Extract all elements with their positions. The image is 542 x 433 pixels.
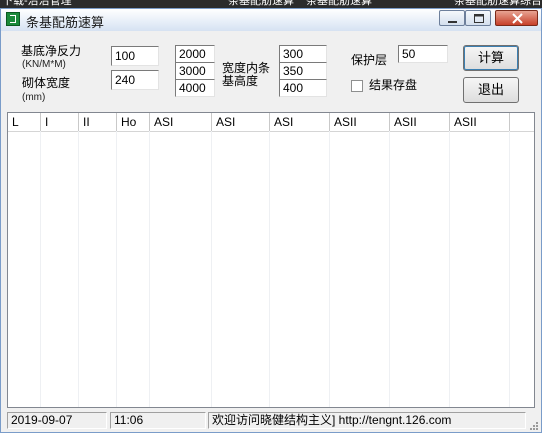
column-gridline: [509, 131, 510, 407]
column-gridline: [40, 131, 41, 407]
results-table[interactable]: L I II Ho ASI ASI ASI ASII ASII ASII: [7, 112, 535, 408]
bg-tab[interactable]: 条基配筋速算: [228, 0, 294, 8]
bg-tab[interactable]: 下载-治治管理: [2, 0, 72, 8]
maximize-icon: [474, 14, 484, 23]
width-input-2[interactable]: [175, 62, 215, 80]
window-title: 条基配筋速算: [26, 15, 105, 30]
height-input-2[interactable]: [279, 62, 327, 80]
status-date: 2019-09-07: [7, 412, 107, 429]
width-input-1[interactable]: [175, 45, 215, 63]
column-gridline: [116, 131, 117, 407]
exit-button[interactable]: 退出: [463, 77, 519, 103]
title-bar[interactable]: 条基配筋速算: [1, 9, 541, 31]
wall-width-label: 砌体宽度: [22, 76, 71, 90]
pressure-unit: (KN/M*M): [22, 59, 66, 70]
column-header-filler: [510, 113, 534, 131]
cover-label: 保护层: [351, 53, 388, 67]
column-gridline: [211, 131, 212, 407]
column-header-I[interactable]: I: [41, 113, 79, 131]
app-window: 条基配筋速算 基底净反力 (KN/M*M) 砌体宽度 (mm) 宽度内条 基高度…: [0, 8, 542, 433]
column-gridline: [449, 131, 450, 407]
status-time: 11:06: [110, 412, 206, 429]
wall-width-input[interactable]: [111, 70, 159, 90]
height-input-1[interactable]: [279, 45, 327, 63]
table-header: L I II Ho ASI ASI ASI ASII ASII ASII: [8, 113, 534, 132]
column-header-ASII-1[interactable]: ASII: [330, 113, 390, 131]
column-gridline: [269, 131, 270, 407]
width-input-3[interactable]: [175, 79, 215, 97]
column-header-ASII-2[interactable]: ASII: [390, 113, 450, 131]
column-gridline: [329, 131, 330, 407]
column-header-ASII-3[interactable]: ASII: [450, 113, 510, 131]
column-header-ASI-2[interactable]: ASI: [212, 113, 270, 131]
close-icon: [512, 13, 523, 24]
resize-grip-icon[interactable]: [529, 421, 539, 431]
wall-width-unit: (mm): [22, 92, 46, 103]
pressure-label: 基底净反力: [21, 44, 82, 58]
pressure-input[interactable]: [111, 46, 159, 66]
column-gridline: [149, 131, 150, 407]
column-header-ASI-1[interactable]: ASI: [150, 113, 212, 131]
close-button[interactable]: [495, 10, 538, 26]
column-header-Ho[interactable]: Ho: [117, 113, 150, 131]
app-icon[interactable]: [6, 12, 20, 26]
save-checkbox-label: 结果存盘: [369, 78, 418, 92]
column-gridline: [78, 131, 79, 407]
status-message: 欢迎访问晓健结构主义] http://tengnt.126.com: [208, 412, 526, 429]
save-checkbox[interactable]: [351, 80, 363, 92]
maximize-button[interactable]: [465, 10, 491, 26]
calculate-button[interactable]: 计算: [463, 45, 519, 71]
column-header-L[interactable]: L: [8, 113, 41, 131]
status-bar: 2019-09-07 11:06 欢迎访问晓健结构主义] http://teng…: [1, 409, 541, 433]
bg-tab[interactable]: 条基配筋速算: [306, 0, 372, 8]
height-input-3[interactable]: [279, 79, 327, 97]
column-gridline: [389, 131, 390, 407]
cover-input[interactable]: [398, 45, 448, 63]
minimize-button[interactable]: [439, 10, 465, 26]
minimize-icon: [448, 21, 457, 23]
background-taskbar: 下载-治治管理 条基配筋速算 条基配筋速算 条基配筋速算综合: [0, 0, 542, 8]
column-header-II[interactable]: II: [79, 113, 117, 131]
bg-tab[interactable]: 条基配筋速算综合: [454, 0, 542, 8]
height-label-line2: 基高度: [222, 74, 259, 88]
column-header-ASI-3[interactable]: ASI: [270, 113, 330, 131]
